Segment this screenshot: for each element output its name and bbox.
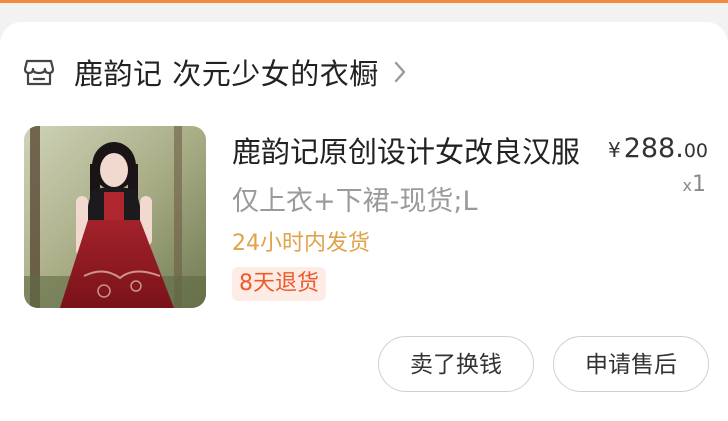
product-title[interactable]: 鹿韵记原创设计女改良汉服 [232, 129, 580, 171]
order-card: 鹿韵记 次元少女的衣橱 鹿韵记原创设计女改良汉服 ¥ 288.00 仅上衣+下裙… [0, 22, 728, 421]
product-quantity: x1 [683, 172, 706, 197]
price-decimal: 00 [683, 140, 708, 162]
price-currency: ¥ [607, 138, 621, 162]
shop-header[interactable]: 鹿韵记 次元少女的衣橱 [24, 52, 411, 92]
quantity-value: 1 [692, 172, 706, 197]
product-price: ¥288.00 [608, 133, 708, 164]
sell-button[interactable]: 卖了换钱 [378, 336, 534, 392]
top-accent-bar [0, 0, 728, 3]
product-thumbnail[interactable] [24, 126, 206, 308]
shop-name[interactable]: 鹿韵记 次元少女的衣橱 [74, 51, 379, 93]
return-policy-badge: 8天退货 [232, 267, 326, 301]
product-variant: 仅上衣+下裙-现货;L [232, 186, 478, 217]
chevron-right-icon[interactable] [393, 58, 411, 86]
quantity-prefix: x [682, 176, 692, 195]
shipping-note: 24小时内发货 [232, 231, 370, 256]
after-sales-button[interactable]: 申请售后 [553, 336, 709, 392]
price-integer: 288. [623, 133, 684, 164]
store-icon [24, 56, 56, 88]
